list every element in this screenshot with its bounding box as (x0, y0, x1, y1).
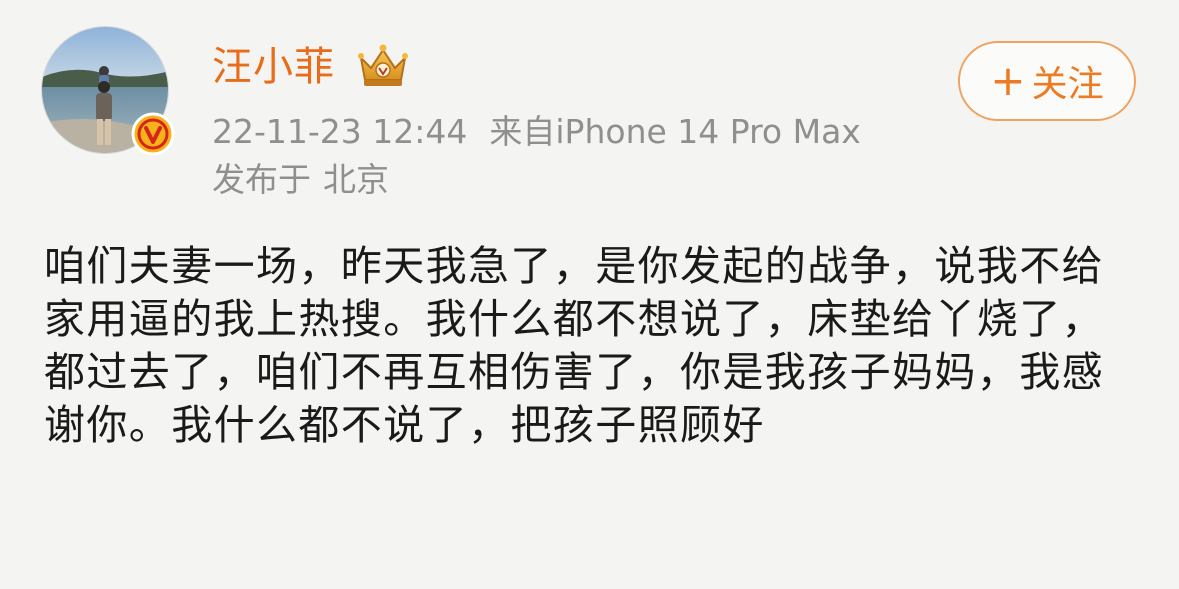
follow-button[interactable]: + 关注 (958, 41, 1136, 121)
location-name: 北京 (323, 160, 389, 199)
vip-crown-icon (355, 42, 411, 90)
location-prefix: 发布于 (212, 160, 311, 199)
post-text: 咱们夫妻一场，昨天我急了，是你发起的战争，说我不给家用逼的我上热搜。我什么都不想… (44, 242, 1104, 449)
post-location: 发布于 北京 (212, 158, 389, 202)
post-timestamp: 22-11-23 12:44 (212, 112, 468, 151)
avatar-container[interactable] (41, 26, 175, 156)
verified-icon (131, 112, 175, 156)
post-meta: 22-11-23 12:44 来自iPhone 14 Pro Max (212, 110, 861, 154)
author-name[interactable]: 汪小菲 (212, 42, 335, 92)
weibo-post-card: 汪小菲 22-11-23 12:44 来自iPhone 14 Pro Max 发布… (0, 0, 1179, 589)
follow-label: 关注 (1031, 64, 1104, 105)
post-source: 来自iPhone 14 Pro Max (489, 112, 861, 151)
plus-icon: + (990, 56, 1026, 105)
